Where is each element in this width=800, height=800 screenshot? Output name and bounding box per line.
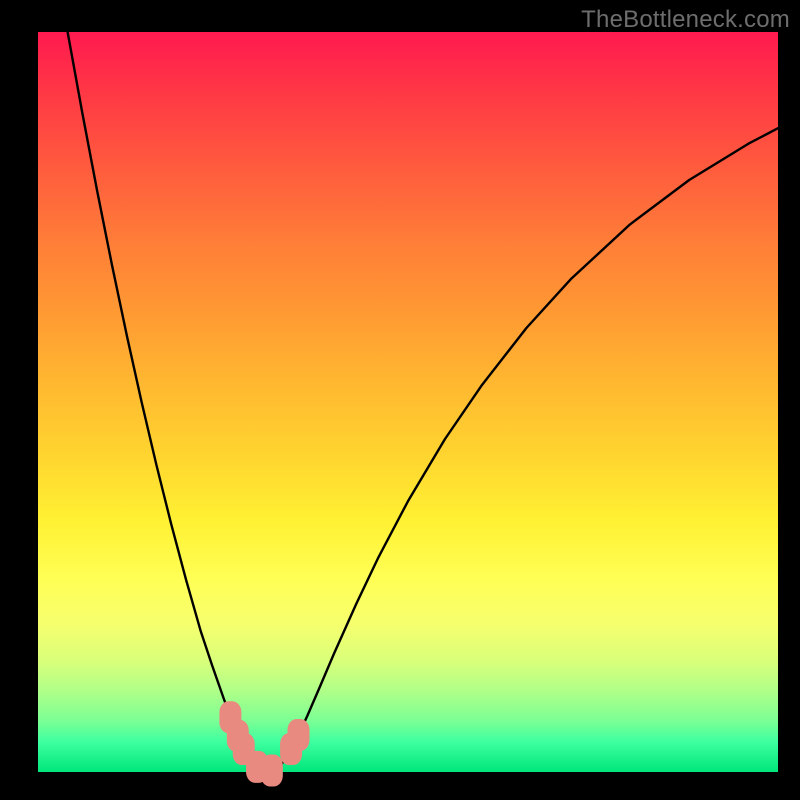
chart-frame: TheBottleneck.com: [0, 0, 800, 800]
marker-bottom-2: [261, 755, 283, 787]
watermark-text: TheBottleneck.com: [581, 6, 790, 34]
curve-layer: [0, 0, 800, 800]
bottleneck-curve: [68, 32, 778, 771]
marker-right-2: [287, 719, 309, 751]
